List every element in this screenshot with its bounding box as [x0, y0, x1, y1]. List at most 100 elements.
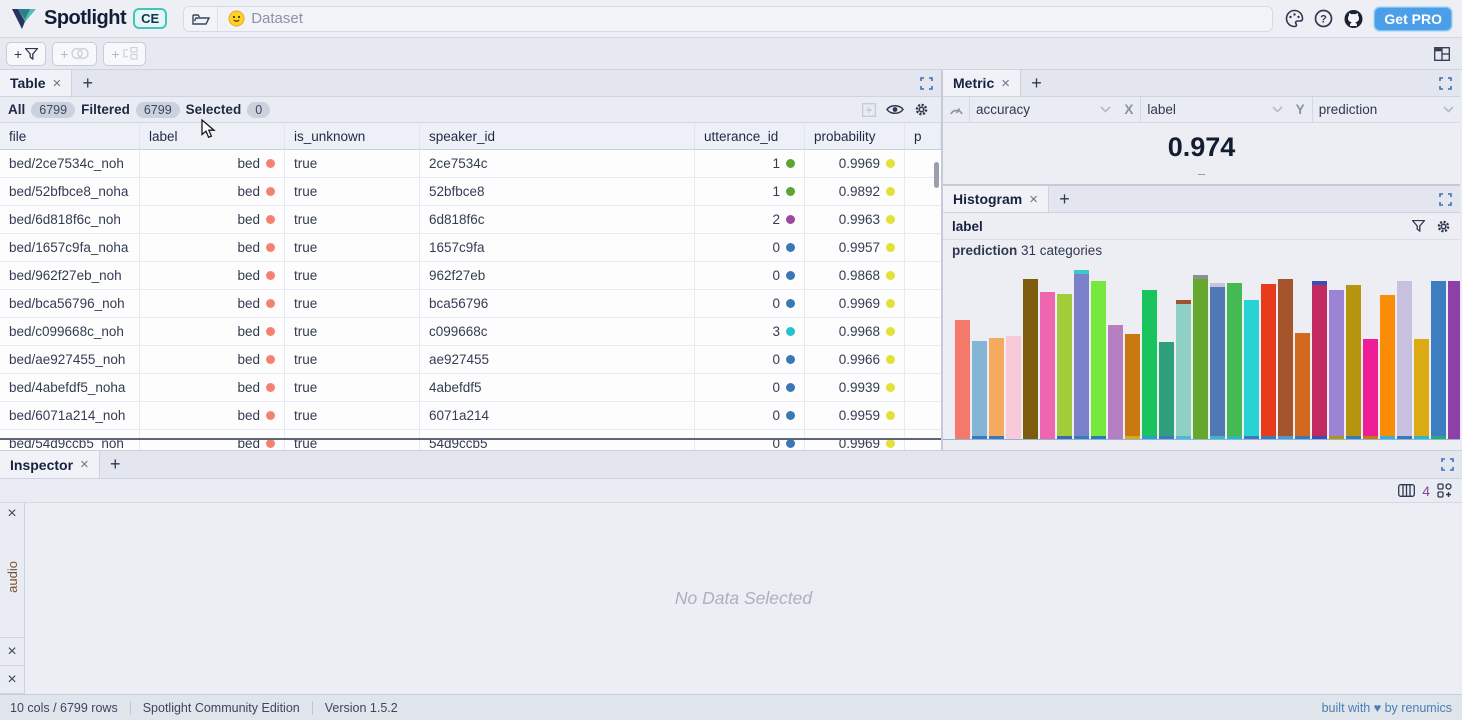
table-row[interactable]: bed/52bfbce8_nohabedtrue52bfbce810.9892	[0, 178, 941, 206]
add-filter-button[interactable]: +	[6, 42, 46, 66]
table-row[interactable]: bed/6071a214_nohbedtrue6071a21400.9959	[0, 402, 941, 430]
histogram-bar[interactable]	[1006, 336, 1021, 439]
maximize-metric-button[interactable]	[1439, 77, 1452, 90]
category-dot	[886, 439, 895, 448]
table-row[interactable]: bed/c099668c_nohbedtruec099668c30.9968	[0, 318, 941, 346]
histogram-bar[interactable]	[1380, 295, 1395, 439]
filtered-label[interactable]: Filtered	[81, 102, 130, 117]
add-tab-button[interactable]: +	[1021, 70, 1053, 96]
x-column-select[interactable]: label	[1140, 97, 1288, 122]
histogram-bar[interactable]	[1142, 290, 1157, 439]
category-dot	[886, 243, 895, 252]
column-header-p[interactable]: p	[905, 123, 941, 149]
histogram-bar[interactable]	[1176, 300, 1191, 439]
tab-inspector[interactable]: Inspector ×	[0, 451, 100, 478]
remove-view-button[interactable]: ×	[7, 644, 16, 660]
histogram-bar[interactable]	[1023, 279, 1038, 439]
histogram-bar[interactable]	[1091, 281, 1106, 439]
theme-palette-button[interactable]	[1285, 9, 1304, 28]
histogram-chart[interactable]	[943, 263, 1460, 450]
table-column-headers: filelabelis_unknownspeaker_idutterance_i…	[0, 123, 941, 150]
histogram-bar[interactable]	[1057, 294, 1072, 439]
add-tab-button[interactable]: +	[100, 451, 132, 478]
table-row[interactable]: bed/bca56796_nohbedtruebca5679600.9969	[0, 290, 941, 318]
add-view-icon[interactable]	[1437, 483, 1452, 498]
histogram-bar[interactable]	[1431, 281, 1446, 439]
histogram-bar[interactable]	[1363, 339, 1378, 439]
histogram-bar[interactable]	[955, 320, 970, 439]
histogram-bar[interactable]	[1261, 284, 1276, 439]
close-tab-icon[interactable]: ×	[53, 75, 62, 92]
histogram-bar[interactable]	[1040, 292, 1055, 439]
add-lasso-filter-button[interactable]: +	[52, 42, 97, 66]
github-button[interactable]	[1343, 9, 1364, 29]
tab-histogram[interactable]: Histogram ×	[943, 186, 1049, 212]
histogram-bar[interactable]	[1346, 285, 1361, 439]
add-column-icon[interactable]	[862, 103, 876, 117]
column-header-probability[interactable]: probability	[805, 123, 905, 149]
histogram-bar[interactable]	[1414, 339, 1429, 439]
panel-resize-handle[interactable]	[0, 438, 941, 440]
table-row[interactable]: bed/4abefdf5_nohabedtrue4abefdf500.9939	[0, 374, 941, 402]
metric-select[interactable]: accuracy	[969, 97, 1117, 122]
histogram-bar[interactable]	[1125, 334, 1140, 439]
category-dot	[266, 271, 275, 280]
table-settings-icon[interactable]	[914, 102, 929, 117]
add-tab-button[interactable]: +	[1049, 186, 1081, 212]
column-header-is_unknown[interactable]: is_unknown	[285, 123, 420, 149]
close-tab-icon[interactable]: ×	[1001, 75, 1010, 92]
selected-label[interactable]: Selected	[186, 102, 242, 117]
table-row[interactable]: bed/ae927455_nohbedtrueae92745500.9966	[0, 346, 941, 374]
y-column-select[interactable]: prediction	[1312, 97, 1460, 122]
open-folder-button[interactable]	[184, 7, 218, 31]
histogram-bar[interactable]	[1329, 290, 1344, 439]
bar-main-segment	[1142, 290, 1157, 436]
histogram-bar[interactable]	[989, 338, 1004, 439]
histogram-bar[interactable]	[1227, 283, 1242, 439]
table-row[interactable]: bed/1657c9fa_nohabedtrue1657c9fa00.9957	[0, 234, 941, 262]
histogram-bar[interactable]	[1193, 275, 1208, 439]
funnel-icon[interactable]	[1412, 220, 1425, 232]
column-header-speaker_id[interactable]: speaker_id	[420, 123, 695, 149]
table-row[interactable]: bed/6d818f6c_nohbedtrue6d818f6c20.9963	[0, 206, 941, 234]
remove-view-button[interactable]: ×	[7, 672, 16, 688]
get-pro-button[interactable]: Get PRO	[1374, 7, 1452, 31]
column-header-utterance_id[interactable]: utterance_id	[695, 123, 805, 149]
visible-columns-icon[interactable]	[886, 103, 904, 116]
maximize-table-button[interactable]	[920, 77, 933, 90]
table-row[interactable]: bed/2ce7534c_nohbedtrue2ce7534c10.9969	[0, 150, 941, 178]
add-tab-button[interactable]: +	[72, 70, 104, 96]
dataset-path-bar[interactable]: Dataset	[183, 6, 1273, 32]
histogram-bar[interactable]	[1278, 279, 1293, 439]
histogram-settings-icon[interactable]	[1436, 219, 1451, 234]
tab-metric[interactable]: Metric ×	[943, 70, 1021, 96]
histogram-bar[interactable]	[1159, 342, 1174, 439]
columns-layout-icon[interactable]	[1398, 484, 1415, 497]
add-relevance-filter-button[interactable]: +	[103, 42, 145, 66]
maximize-histogram-button[interactable]	[1439, 193, 1452, 206]
close-tab-icon[interactable]: ×	[80, 456, 89, 473]
remove-view-button[interactable]: ×	[7, 506, 16, 522]
table-row[interactable]: bed/54d9ccb5_nohbedtrue54d9ccb500.9969	[0, 430, 941, 450]
table-scrollbar[interactable]	[934, 162, 939, 188]
help-button[interactable]: ?	[1314, 9, 1333, 28]
histogram-bar[interactable]	[1448, 281, 1460, 439]
column-header-label[interactable]: label	[140, 123, 285, 149]
histogram-bar[interactable]	[1312, 281, 1327, 439]
table-row[interactable]: bed/962f27eb_nohbedtrue962f27eb00.9868	[0, 262, 941, 290]
layout-grid-button[interactable]	[1434, 47, 1450, 61]
histogram-bar[interactable]	[1244, 300, 1259, 439]
tab-table[interactable]: Table ×	[0, 70, 72, 96]
cell-is-unknown: true	[285, 206, 420, 233]
histogram-bar[interactable]	[1397, 281, 1412, 439]
cell-is-unknown: true	[285, 234, 420, 261]
maximize-inspector-button[interactable]	[1441, 458, 1454, 471]
cell-p	[905, 402, 941, 429]
close-tab-icon[interactable]: ×	[1029, 191, 1038, 208]
histogram-bar[interactable]	[1295, 333, 1310, 439]
column-header-file[interactable]: file	[0, 123, 140, 149]
histogram-bar[interactable]	[1210, 283, 1225, 439]
histogram-bar[interactable]	[1108, 325, 1123, 439]
histogram-bar[interactable]	[1074, 270, 1089, 439]
histogram-bar[interactable]	[972, 341, 987, 439]
